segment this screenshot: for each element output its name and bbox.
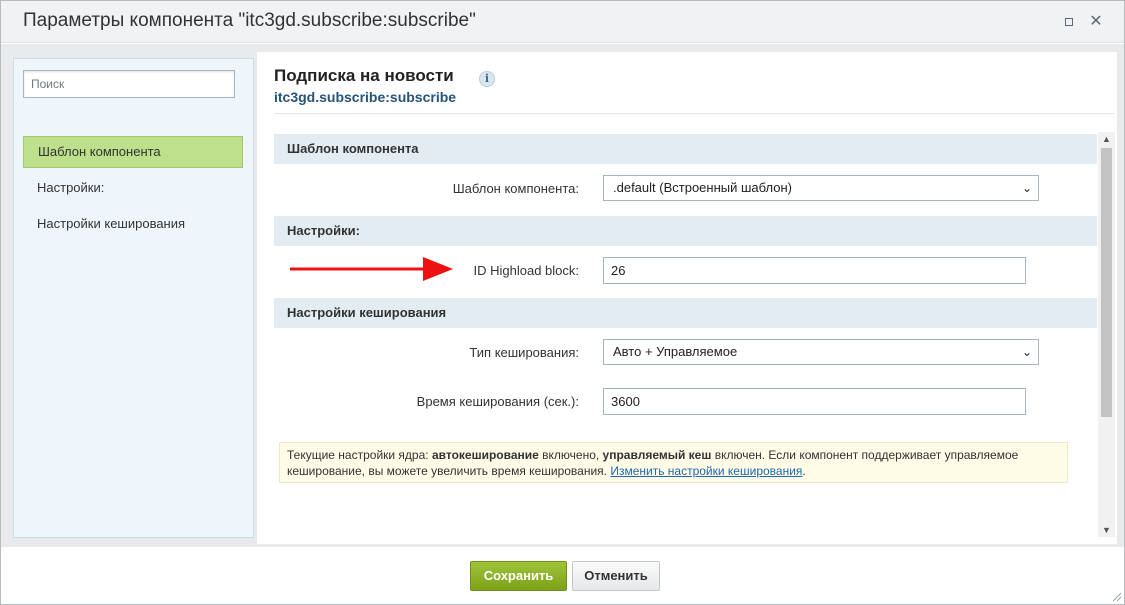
cache-type-value: Авто + Управляемое <box>613 344 738 359</box>
change-cache-settings-link[interactable]: Изменить настройки кеширования <box>610 464 802 478</box>
section-settings: Настройки: <box>274 216 1097 246</box>
dialog-title: Параметры компонента "itc3gd.subscribe:s… <box>23 10 476 31</box>
component-params-dialog: Параметры компонента "itc3gd.subscribe:s… <box>0 0 1125 605</box>
save-button[interactable]: Сохранить <box>470 561 567 591</box>
template-select-value: .default (Встроенный шаблон) <box>613 180 792 195</box>
dialog-footer: Сохранить Отменить <box>1 547 1124 604</box>
scrollbar[interactable]: ▲ ▼ <box>1098 132 1115 537</box>
note-bold-managed-cache: управляемый кеш <box>602 448 712 462</box>
cache-type-select[interactable]: Авто + Управляемое ⌄ <box>603 339 1039 365</box>
close-icon[interactable]: ✕ <box>1088 14 1104 30</box>
section-template: Шаблон компонента <box>274 134 1097 164</box>
resize-handle-icon[interactable] <box>1112 592 1122 602</box>
main-panel: Подписка на новости i itc3gd.subscribe:s… <box>257 52 1117 544</box>
note-bold-autocache: автокеширование <box>431 448 539 462</box>
template-field-label: Шаблон компонента: <box>452 181 579 196</box>
hlblock-id-input[interactable] <box>603 257 1026 284</box>
page-title: Подписка на новости <box>274 66 454 85</box>
cache-type-label: Тип кеширования: <box>469 345 579 360</box>
note-text: Текущие настройки ядра: <box>287 448 432 462</box>
cache-info-note: Текущие настройки ядра: автокеширование … <box>279 442 1068 483</box>
template-select[interactable]: .default (Встроенный шаблон) ⌄ <box>603 175 1039 201</box>
search-input[interactable] <box>23 70 235 98</box>
cancel-button[interactable]: Отменить <box>572 561 660 591</box>
info-icon[interactable]: i <box>479 71 495 87</box>
sidebar-item-settings[interactable]: Настройки: <box>23 172 243 204</box>
sidebar-item-caching[interactable]: Настройки кеширования <box>23 208 243 240</box>
scroll-up-icon[interactable]: ▲ <box>1098 132 1115 146</box>
sidebar-nav: Шаблон компонента Настройки: Настройки к… <box>23 136 243 244</box>
scrollbar-thumb[interactable] <box>1101 148 1112 417</box>
component-id: itc3gd.subscribe:subscribe <box>274 89 457 105</box>
note-text: включено, <box>538 448 603 462</box>
maximize-icon[interactable] <box>1061 14 1077 30</box>
hlblock-field-label: ID Highload block: <box>473 263 580 278</box>
sidebar: Шаблон компонента Настройки: Настройки к… <box>13 58 254 538</box>
sidebar-item-template[interactable]: Шаблон компонента <box>23 136 243 168</box>
cache-time-label: Время кеширования (сек.): <box>416 394 579 409</box>
chevron-down-icon: ⌄ <box>1021 345 1033 359</box>
note-text: . <box>802 464 806 478</box>
cache-time-input[interactable] <box>603 388 1026 415</box>
header-divider <box>274 113 1114 114</box>
dialog-body: Шаблон компонента Настройки: Настройки к… <box>1 44 1124 547</box>
dialog-titlebar[interactable]: Параметры компонента "itc3gd.subscribe:s… <box>1 1 1124 43</box>
scroll-down-icon[interactable]: ▼ <box>1098 523 1115 537</box>
section-caching: Настройки кеширования <box>274 298 1097 328</box>
chevron-down-icon: ⌄ <box>1021 181 1033 195</box>
